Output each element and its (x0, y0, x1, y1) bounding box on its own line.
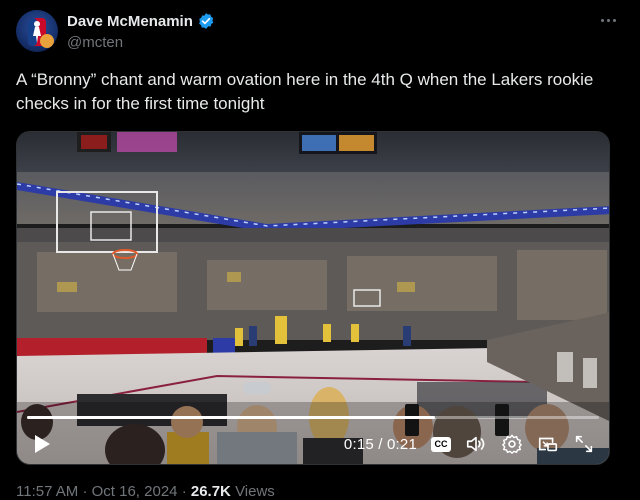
avatar-nba-logo-icon (28, 18, 54, 48)
separator: · (181, 483, 187, 500)
video-timecode: 0:15 / 0:21 (343, 435, 417, 453)
closed-captions-icon[interactable]: CC (431, 436, 451, 452)
tweet-date[interactable]: Oct 16, 2024 (92, 483, 178, 500)
tweet-text: A “Bronny” chant and warm ovation here i… (16, 70, 594, 113)
separator: · (82, 483, 88, 500)
volume-icon[interactable] (465, 433, 487, 455)
avatar[interactable] (16, 10, 58, 52)
tweet-header: Dave McMenamin @mcten (16, 10, 624, 54)
author-handle[interactable]: @mcten (67, 34, 123, 51)
author-display-name[interactable]: Dave McMenamin (67, 13, 193, 30)
tweet-metadata: 11:57 AM · Oct 16, 2024 · 26.7K Views (16, 483, 275, 500)
video-progress-bar[interactable] (27, 416, 599, 419)
play-icon[interactable] (33, 434, 51, 454)
video-player[interactable]: 0:15 / 0:21 CC (16, 131, 610, 465)
video-controls: 0:15 / 0:21 CC (17, 404, 609, 464)
video-progress-fill (27, 416, 436, 419)
fullscreen-icon[interactable] (573, 433, 595, 455)
video-controls-right: 0:15 / 0:21 CC (344, 432, 595, 456)
more-options-icon[interactable] (598, 12, 618, 28)
settings-icon[interactable] (501, 433, 523, 455)
pip-icon[interactable] (537, 433, 559, 455)
views-count: 26.7K (190, 483, 231, 500)
verified-badge-icon (198, 13, 214, 29)
author-name-row: Dave McMenamin (67, 12, 215, 30)
tweet-time[interactable]: 11:57 AM (16, 483, 78, 500)
views-label: Views (235, 483, 275, 500)
